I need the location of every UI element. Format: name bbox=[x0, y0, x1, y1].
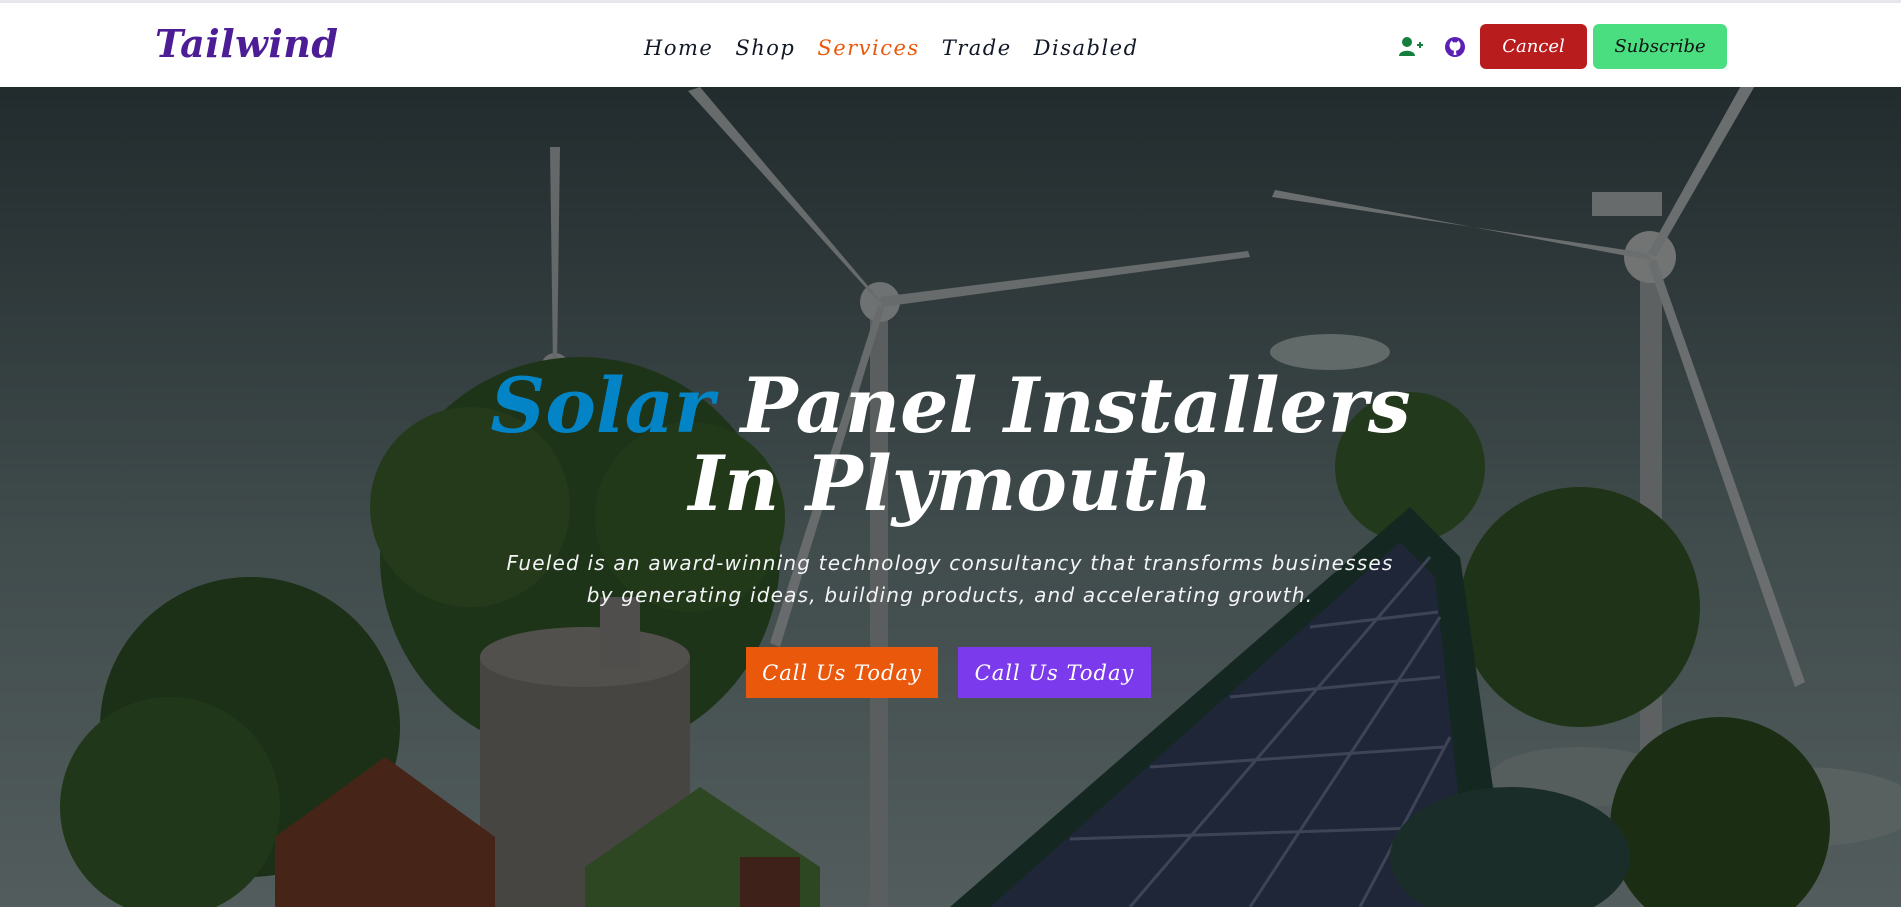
site-header: Tailwind Home Shop Services Trade Disabl… bbox=[0, 0, 1901, 87]
hero-title: Solar Panel Installers In Plymouth bbox=[0, 367, 1901, 523]
call-us-today-button-secondary[interactable]: Call Us Today bbox=[958, 647, 1151, 698]
main-nav: Home Shop Services Trade Disabled bbox=[644, 36, 1139, 60]
github-icon[interactable] bbox=[1442, 34, 1468, 60]
nav-services[interactable]: Services bbox=[817, 36, 919, 60]
user-plus-icon[interactable] bbox=[1398, 34, 1424, 60]
nav-shop[interactable]: Shop bbox=[735, 36, 795, 60]
nav-trade[interactable]: Trade bbox=[942, 36, 1012, 60]
hero-section: Solar Panel Installers In Plymouth Fuele… bbox=[0, 87, 1901, 907]
cancel-button[interactable]: Cancel bbox=[1480, 24, 1587, 69]
subscribe-button[interactable]: Subscribe bbox=[1593, 24, 1727, 69]
hero-title-accent: Solar bbox=[490, 361, 715, 450]
call-us-today-button-primary[interactable]: Call Us Today bbox=[746, 647, 938, 698]
hero-title-rest: Panel Installers bbox=[740, 361, 1411, 450]
hero-subtitle: Fueled is an award-winning technology co… bbox=[506, 551, 1394, 607]
hero-title-line2: In Plymouth bbox=[688, 439, 1213, 528]
brand-logo[interactable]: Tailwind bbox=[155, 21, 338, 66]
nav-disabled[interactable]: Disabled bbox=[1034, 36, 1139, 60]
nav-home[interactable]: Home bbox=[644, 36, 713, 60]
